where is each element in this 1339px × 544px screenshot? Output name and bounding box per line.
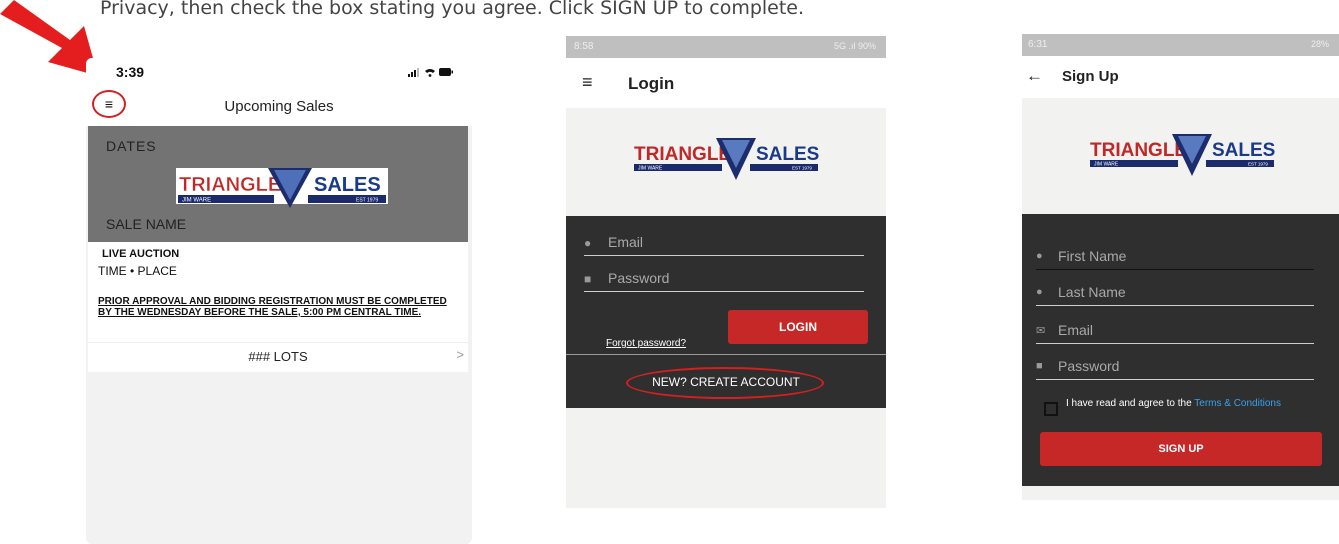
agree-text: I have read and agree to the Terms & Con… [1066, 398, 1316, 409]
agree-label: I have read and agree to the [1066, 398, 1192, 409]
app-bar: ≡ Login [566, 58, 886, 108]
svg-text:TRIANGLE: TRIANGLE [634, 144, 731, 165]
registration-notice: PRIOR APPROVAL AND BIDDING REGISTRATION … [98, 296, 447, 318]
svg-text:TRIANGLE: TRIANGLE [179, 174, 281, 196]
first-name-placeholder: First Name [1058, 248, 1127, 264]
agree-checkbox[interactable] [1044, 402, 1058, 416]
status-indicators: 5G .ıl 90% [833, 41, 876, 51]
terms-link[interactable]: Terms & Conditions [1194, 398, 1281, 409]
triangle-sales-logo: TRIANGLE SALES JIM WARE EST 1979 [176, 168, 388, 208]
password-placeholder: Password [1058, 358, 1120, 374]
signup-screen: 6:31 28% ← Sign Up TRIANGLE SALES JIM WA… [1022, 34, 1339, 500]
status-indicators: 28% [1310, 39, 1329, 49]
logo-owner: JIM WARE [182, 198, 211, 204]
password-placeholder: Password [608, 270, 670, 286]
status-bar: 3:39 [86, 58, 472, 86]
auction-type: LIVE AUCTION [102, 248, 180, 260]
last-name-field[interactable]: ● Last Name [1036, 280, 1314, 306]
last-name-placeholder: Last Name [1058, 284, 1126, 300]
login-button[interactable]: LOGIN [728, 310, 868, 344]
lock-icon: ■ [1036, 360, 1043, 372]
svg-text:SALES: SALES [1212, 140, 1275, 161]
svg-text:SALES: SALES [314, 174, 381, 196]
signup-button[interactable]: SIGN UP [1040, 432, 1322, 466]
page-title: Sign Up [1062, 68, 1119, 85]
logo-est: EST 1979 [792, 166, 812, 171]
back-arrow-icon[interactable]: ← [1026, 66, 1043, 86]
email-placeholder: Email [608, 234, 644, 250]
svg-text:TRIANGLE: TRIANGLE [1090, 140, 1187, 161]
email-placeholder: Email [1058, 322, 1094, 338]
time-place: TIME • PLACE [98, 264, 177, 278]
page-title: Upcoming Sales [224, 98, 334, 115]
mail-icon: ✉ [1036, 325, 1046, 337]
login-screen: 8:58 5G .ıl 90% ≡ Login TRIANGLE SALES J… [566, 36, 886, 508]
password-field[interactable]: ■ Password [1036, 354, 1314, 380]
nav-bar: ≡ Upcoming Sales [86, 86, 472, 126]
logo-owner: JIM WARE [638, 166, 663, 172]
dates-label: DATES [106, 138, 157, 154]
forgot-password-link[interactable]: Forgot password? [606, 338, 686, 349]
status-bar: 6:31 28% [1022, 34, 1339, 56]
triangle-sales-logo: TRIANGLE SALES JIM WARE EST 1979 [634, 138, 819, 180]
first-name-field[interactable]: ● First Name [1036, 244, 1314, 270]
password-field[interactable]: ■ Password [584, 266, 864, 292]
sale-name-label: SALE NAME [106, 216, 187, 232]
svg-text:SALES: SALES [756, 144, 819, 165]
create-account-link[interactable]: NEW? CREATE ACCOUNT [566, 375, 886, 389]
status-bar: 8:58 5G .ıl 90% [566, 36, 886, 58]
create-account-row[interactable]: NEW? CREATE ACCOUNT [566, 355, 886, 408]
logo-owner: JIM WARE [1094, 162, 1119, 168]
menu-icon[interactable]: ≡ [582, 72, 593, 93]
lots-label: ### LOTS [248, 349, 308, 364]
signup-form: ● First Name ● Last Name ✉ Email ■ Passw… [1022, 214, 1339, 486]
lock-icon: ■ [584, 272, 592, 286]
signal-wifi-battery-icon [408, 66, 454, 81]
login-form: ● Email ■ Password Forgot password? LOGI… [566, 216, 886, 354]
status-time: 8:58 [574, 41, 594, 52]
person-icon: ● [584, 236, 592, 250]
page-title: Login [628, 74, 675, 93]
person-icon: ● [1036, 250, 1043, 262]
logo-est: EST 1979 [356, 198, 378, 204]
upcoming-sales-screen: 3:39 ≡ Upcoming Sales DATES TRIANGLE SAL… [86, 58, 472, 544]
status-time: 3:39 [116, 64, 145, 80]
person-icon: ● [1036, 286, 1043, 298]
triangle-sales-logo: TRIANGLE SALES JIM WARE EST 1979 [1090, 134, 1275, 176]
email-field[interactable]: ✉ Email [1036, 318, 1314, 344]
email-field[interactable]: ● Email [584, 230, 864, 256]
chevron-right-icon: > [456, 347, 464, 362]
lots-row[interactable]: ### LOTS > [88, 342, 468, 370]
instruction-text: Privacy, then check the box stating you … [100, 0, 805, 19]
logo-est: EST 1979 [1248, 162, 1268, 167]
status-time: 6:31 [1028, 39, 1048, 50]
sale-card[interactable]: DATES TRIANGLE SALES JIM WARE EST 1979 S… [88, 126, 468, 372]
sale-card-header: DATES TRIANGLE SALES JIM WARE EST 1979 S… [88, 126, 468, 242]
app-bar: ← Sign Up [1022, 56, 1339, 98]
